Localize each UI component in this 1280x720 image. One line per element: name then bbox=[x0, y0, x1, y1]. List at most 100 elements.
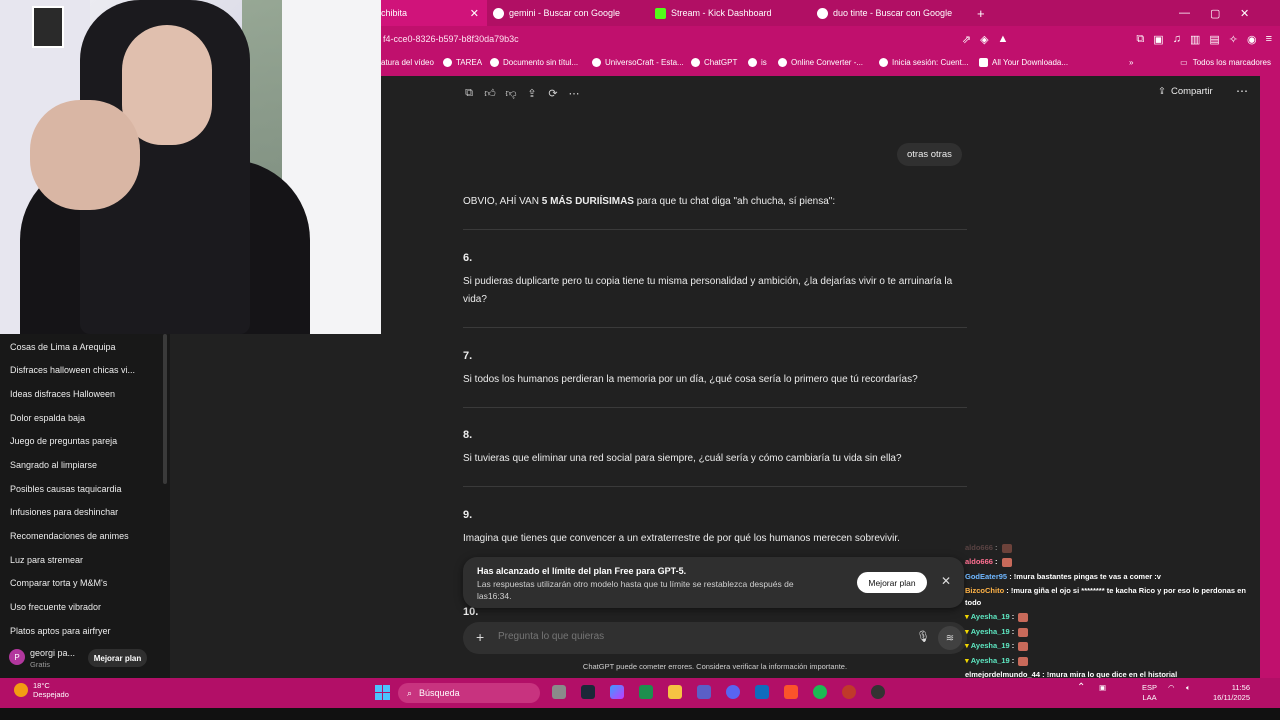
sidebar-chat-item[interactable]: Luz para stremear bbox=[10, 555, 83, 565]
kick-chat-username[interactable]: Ayesha_19 bbox=[971, 627, 1010, 636]
microphone-icon[interactable]: 🎙︎ bbox=[916, 630, 930, 643]
new-tab-button[interactable]: + bbox=[977, 0, 985, 26]
kick-chat-message: BizcoChito : !mura giña el ojo si ******… bbox=[965, 586, 1246, 595]
taskbar-search[interactable]: ⌕ Búsqueda bbox=[398, 683, 540, 703]
share-icon[interactable]: ⇪ bbox=[526, 87, 538, 100]
copilot-icon[interactable] bbox=[610, 685, 624, 699]
bookmark-item[interactable]: Inicia sesión: Cuent... bbox=[879, 52, 968, 73]
bookmark-item[interactable]: TAREA bbox=[443, 52, 482, 73]
sidebar-icon[interactable]: ▥ bbox=[1190, 33, 1200, 46]
weather-widget[interactable]: 18°C Despejado bbox=[14, 681, 69, 699]
sidebar-chat-item[interactable]: Sangrado al limpiarse bbox=[10, 460, 97, 470]
address-bar[interactable]: f4-cce0-8326-b597-b8f30da79b3c ⇗ ◈ ▲ ⧉ ▣… bbox=[381, 26, 1280, 52]
minimize-icon[interactable]: — bbox=[1179, 0, 1190, 26]
bookmark-item[interactable]: is bbox=[748, 52, 767, 73]
thumbs-up-icon[interactable]: 👍︎ bbox=[484, 87, 496, 100]
avatar[interactable]: P bbox=[9, 649, 25, 665]
tab-kick[interactable]: Stream - Kick Dashboard bbox=[655, 0, 772, 26]
more-options-icon[interactable]: ⋯ bbox=[1236, 84, 1248, 98]
start-button[interactable] bbox=[375, 685, 390, 700]
sidebar-chat-item[interactable]: Cosas de Lima a Arequipa bbox=[10, 342, 116, 352]
kick-chat-username[interactable]: GodEater95 bbox=[965, 572, 1007, 581]
tab-search-icon[interactable]: ▣ bbox=[1153, 33, 1163, 46]
tray-chevron-icon[interactable]: ⌃ bbox=[1077, 683, 1085, 693]
bookmark-item[interactable]: UniversoCraft - Esta... bbox=[592, 52, 684, 73]
voice-mode-icon[interactable]: ≋ bbox=[938, 626, 962, 650]
clock[interactable]: 11:56 16/11/2025 bbox=[1204, 683, 1250, 703]
extension-icon[interactable]: ◈ bbox=[980, 33, 988, 46]
warning-icon[interactable]: ▲ bbox=[998, 33, 1009, 45]
kick-chat-username[interactable]: aldo666 bbox=[965, 557, 993, 566]
wallet-icon[interactable]: ▤ bbox=[1209, 33, 1219, 46]
kick-chat-message: aldo666 : bbox=[965, 557, 1012, 567]
bookmark-item[interactable]: ChatGPT bbox=[691, 52, 737, 73]
sidebar-scrollbar[interactable] bbox=[163, 334, 167, 484]
thumbs-down-icon[interactable]: 👎︎ bbox=[505, 87, 517, 100]
webcam-overlay bbox=[0, 0, 381, 334]
wifi-icon[interactable]: ◠ bbox=[1168, 683, 1175, 693]
kick-chat-username[interactable]: Ayesha_19 bbox=[971, 656, 1010, 665]
sidebar-chat-item[interactable]: Dolor espalda baja bbox=[10, 413, 85, 423]
teams-icon[interactable] bbox=[697, 685, 711, 699]
file-explorer-icon[interactable] bbox=[668, 685, 682, 699]
sidebar-chat-item[interactable]: Infusiones para deshinchar bbox=[10, 507, 118, 517]
add-attachment-icon[interactable]: + bbox=[476, 629, 484, 645]
maximize-icon[interactable]: ▢ bbox=[1210, 0, 1220, 26]
regenerate-icon[interactable]: ⟳ bbox=[547, 87, 559, 100]
discord-icon[interactable] bbox=[726, 685, 740, 699]
obs-icon[interactable] bbox=[842, 685, 856, 699]
all-bookmarks[interactable]: ▭ Todos los marcadores bbox=[1180, 52, 1271, 73]
network-icon[interactable]: ▣ bbox=[1099, 683, 1106, 693]
user-name[interactable]: georgi pa... bbox=[30, 648, 75, 658]
more-icon[interactable]: ⋯ bbox=[568, 87, 580, 100]
kick-chat-username[interactable]: Ayesha_19 bbox=[971, 612, 1010, 621]
upgrade-plan-button[interactable]: Mejorar plan bbox=[88, 649, 147, 667]
sidebar-chat-item[interactable]: Uso frecuente vibrador bbox=[10, 602, 101, 612]
bookmarks-overflow-icon[interactable]: » bbox=[1129, 52, 1133, 73]
vpn-icon[interactable]: ◉ bbox=[1247, 33, 1257, 46]
excel-icon[interactable] bbox=[639, 685, 653, 699]
puzzle-icon[interactable]: ⧉ bbox=[1136, 33, 1144, 46]
upgrade-plan-button[interactable]: Mejorar plan bbox=[857, 572, 927, 593]
sidebar-chat-item[interactable]: Juego de preguntas pareja bbox=[10, 436, 117, 446]
sidebar-chat-item[interactable]: Recomendaciones de animes bbox=[10, 531, 129, 541]
menu-icon[interactable]: ≡ bbox=[1266, 33, 1272, 45]
outlook-icon[interactable] bbox=[755, 685, 769, 699]
copy-icon[interactable]: ⧉ bbox=[463, 87, 475, 100]
tab-gemini[interactable]: gemini - Buscar con Google bbox=[493, 0, 620, 26]
spotify-icon[interactable] bbox=[813, 685, 827, 699]
url-text[interactable]: f4-cce0-8326-b597-b8f30da79b3c bbox=[381, 34, 519, 44]
tab-active[interactable]: chibita ✕ bbox=[381, 0, 487, 26]
share-page-icon[interactable]: ⇗ bbox=[962, 33, 971, 46]
app-icon[interactable] bbox=[871, 685, 885, 699]
sidebar-chat-item[interactable]: Platos aptos para airfryer bbox=[10, 626, 111, 636]
sidebar-chat-item[interactable]: Posibles causas taquicardia bbox=[10, 484, 122, 494]
sub-badge-icon: ▾ bbox=[965, 612, 969, 621]
close-icon[interactable]: ✕ bbox=[941, 574, 951, 588]
kick-icon bbox=[655, 7, 666, 19]
sidebar-chat-item[interactable]: Disfraces halloween chicas vi... bbox=[10, 365, 135, 375]
sidebar-chat-item[interactable]: Comparar torta y M&M's bbox=[10, 578, 107, 588]
music-icon[interactable]: ♫ bbox=[1173, 33, 1181, 45]
bookmark-item[interactable]: Online Converter -... bbox=[778, 52, 863, 73]
sidebar-chat-item[interactable]: Ideas disfraces Halloween bbox=[10, 389, 115, 399]
steam-icon[interactable] bbox=[581, 685, 595, 699]
close-tab-icon[interactable]: ✕ bbox=[470, 7, 479, 20]
share-button[interactable]: ⇪ Compartir bbox=[1158, 86, 1213, 97]
prompt-input[interactable] bbox=[498, 631, 878, 642]
kick-chat-username[interactable]: aldo666 bbox=[965, 543, 993, 552]
google-icon bbox=[817, 7, 828, 19]
kick-chat-username[interactable]: BizcoChito bbox=[965, 586, 1004, 595]
bookmark-item[interactable]: Documento sin títul... bbox=[490, 52, 578, 73]
keyboard-language[interactable]: ESP LAA bbox=[1142, 683, 1157, 703]
bookmark-item[interactable]: atura del vídeo bbox=[381, 52, 434, 73]
emote-icon bbox=[1018, 656, 1029, 666]
close-window-icon[interactable]: ✕ bbox=[1240, 0, 1249, 26]
task-view-icon[interactable] bbox=[552, 685, 566, 699]
bookmark-item[interactable]: All Your Downloada... bbox=[979, 52, 1068, 73]
leo-icon[interactable]: ✧ bbox=[1229, 33, 1238, 46]
volume-icon[interactable]: 🔈︎ bbox=[1186, 683, 1191, 693]
brave-icon[interactable] bbox=[784, 685, 798, 699]
tab-duo-tinte[interactable]: duo tinte - Buscar con Google bbox=[817, 0, 952, 26]
kick-chat-username[interactable]: Ayesha_19 bbox=[971, 641, 1010, 650]
